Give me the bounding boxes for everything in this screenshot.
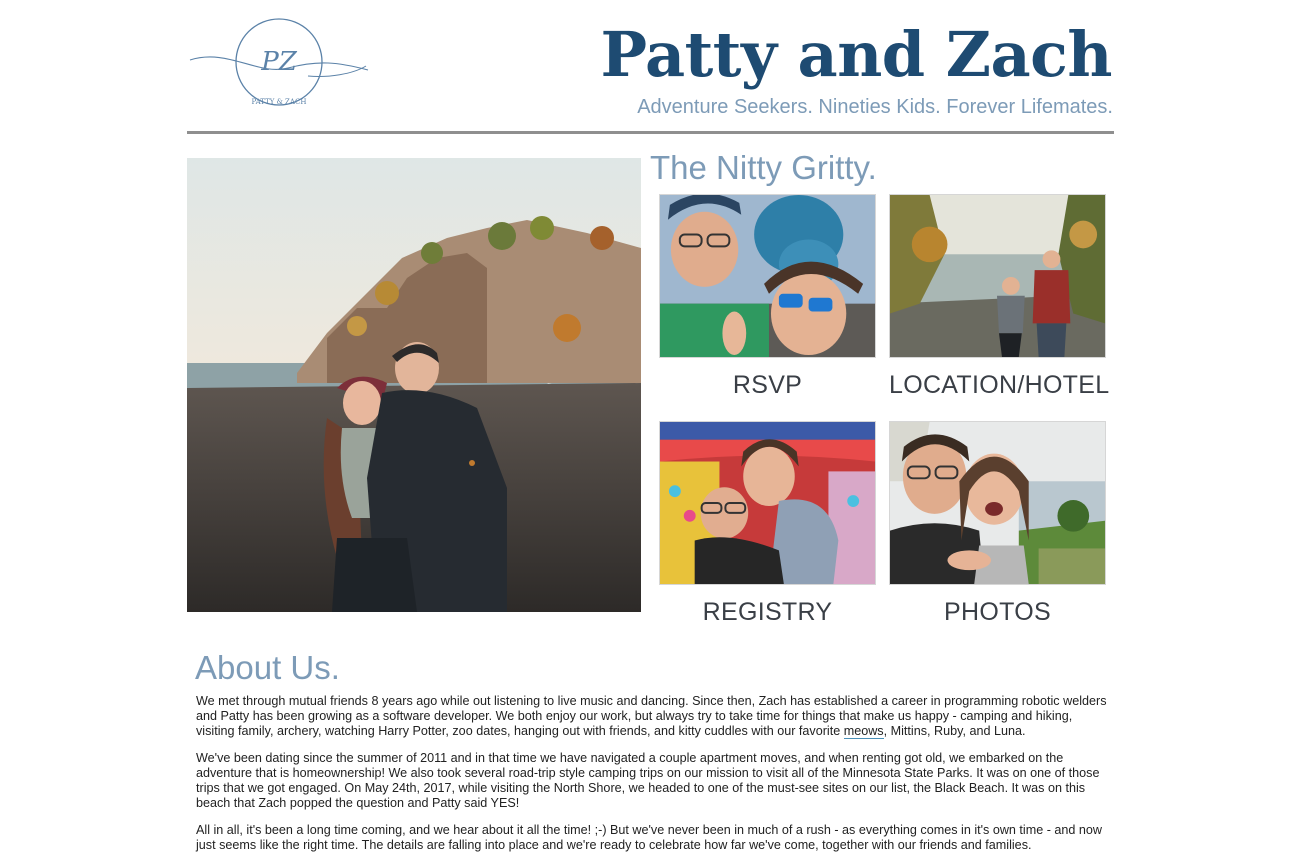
location-hotel-photo[interactable]: [889, 194, 1106, 358]
logo-caption: PATTY & ZACH: [252, 98, 307, 106]
location-hotel-tile[interactable]: LOCATION/HOTEL: [889, 194, 1109, 400]
engagement-hero-photo: [187, 158, 641, 612]
registry-label[interactable]: REGISTRY: [659, 597, 876, 627]
header-divider: [187, 131, 1114, 134]
photos-tile[interactable]: PHOTOS: [889, 421, 1106, 627]
about-text: We met through mutual friends 8 years ag…: [196, 694, 1111, 865]
location-hotel-label[interactable]: LOCATION/HOTEL: [889, 370, 1109, 400]
photos-photo[interactable]: [889, 421, 1106, 585]
rsvp-photo[interactable]: [659, 194, 876, 358]
rsvp-label[interactable]: RSVP: [659, 370, 876, 400]
site-logo[interactable]: PZ PATTY & ZACH: [188, 18, 370, 114]
about-paragraph-1: We met through mutual friends 8 years ag…: [196, 694, 1111, 739]
about-paragraph-1-end: , Mittins, Ruby, and Luna.: [883, 724, 1026, 738]
about-heading: About Us.: [195, 649, 340, 686]
rsvp-tile[interactable]: RSVP: [659, 194, 876, 400]
registry-tile[interactable]: REGISTRY: [659, 421, 876, 627]
pz-monogram-logo: PZ PATTY & ZACH: [189, 18, 369, 106]
nitty-gritty-heading: The Nitty Gritty.: [650, 149, 877, 186]
photos-label[interactable]: PHOTOS: [889, 597, 1106, 627]
about-paragraph-3: All in all, it's been a long time coming…: [196, 823, 1103, 852]
registry-photo[interactable]: [659, 421, 876, 585]
meows-link[interactable]: meows: [843, 724, 884, 739]
logo-monogram: PZ: [260, 47, 297, 77]
site-tagline: Adventure Seekers. Nineties Kids. Foreve…: [637, 96, 1113, 118]
about-paragraph-2: We've been dating since the summer of 20…: [196, 751, 1100, 810]
site-title[interactable]: Patty and Zach: [601, 17, 1113, 93]
